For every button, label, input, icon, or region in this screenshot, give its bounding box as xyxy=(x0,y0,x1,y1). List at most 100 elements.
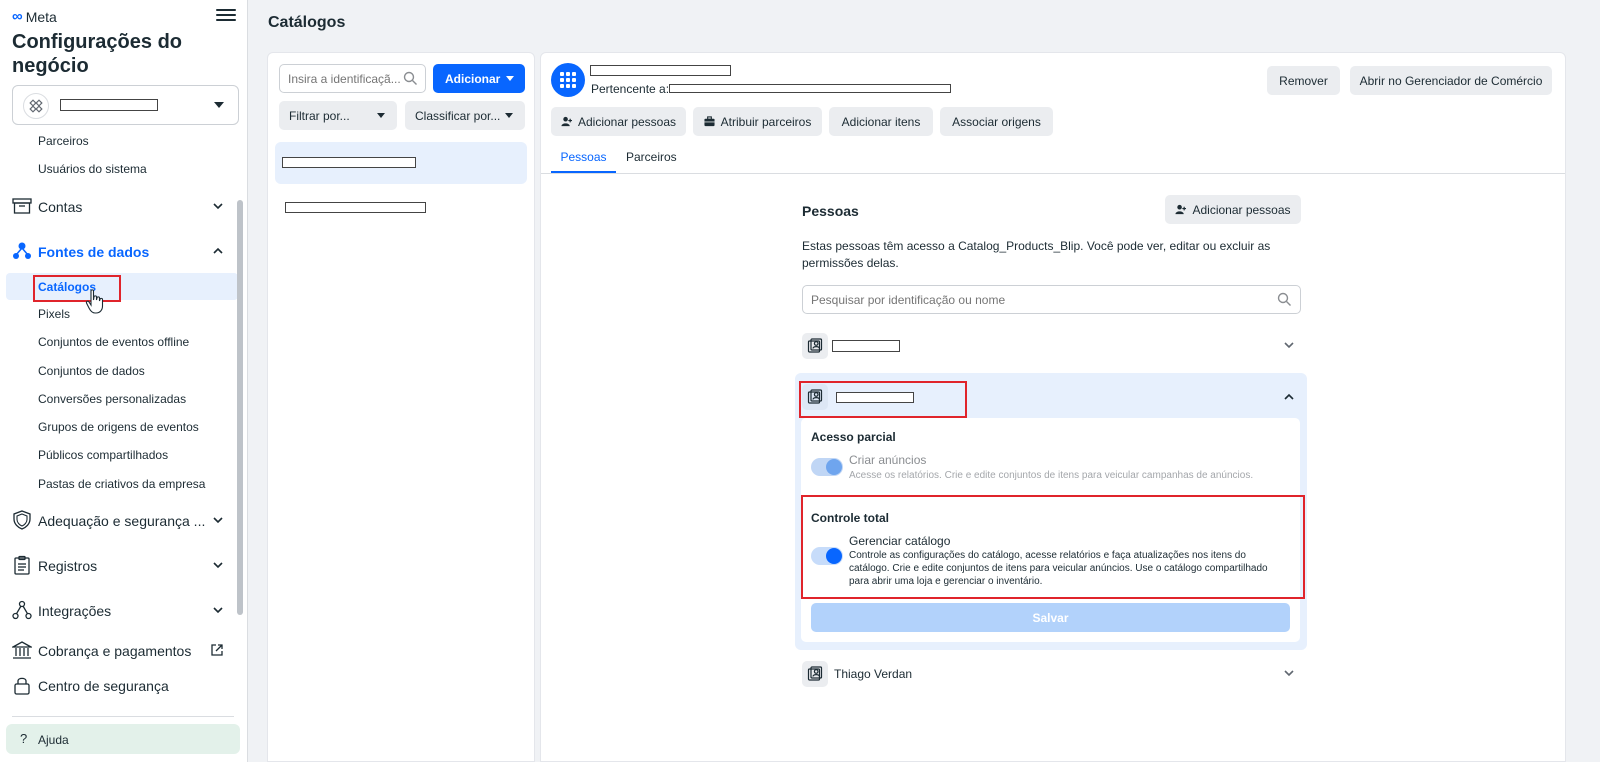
help-icon: ? xyxy=(20,731,28,746)
catalog-list-item[interactable] xyxy=(275,142,527,184)
external-link-icon xyxy=(211,644,223,656)
redacted-business-name xyxy=(60,99,158,111)
person-row[interactable]: Thiago Verdan xyxy=(802,659,1301,689)
sidebar: ∞ Meta Configurações do negócio Parceiro… xyxy=(0,0,248,762)
sidebar-section-registros[interactable]: Registros xyxy=(12,555,234,577)
sidebar-section-label: Cobrança e pagamentos xyxy=(38,643,192,659)
associate-sources-button[interactable]: Associar origens xyxy=(940,107,1053,136)
meta-logo[interactable]: ∞ Meta xyxy=(12,8,57,25)
open-commerce-manager-button[interactable]: Abrir no Gerenciador de Comércio xyxy=(1350,66,1552,95)
tab-pessoas[interactable]: Pessoas xyxy=(551,148,616,174)
sidebar-section-centro-seguranca[interactable]: Centro de segurança xyxy=(12,675,234,697)
person-row-expanded[interactable] xyxy=(799,381,1301,418)
sidebar-item-conjuntos-dados[interactable]: Conjuntos de dados xyxy=(38,364,145,378)
hand-cursor-icon xyxy=(85,289,104,314)
meta-infinity-icon: ∞ xyxy=(12,8,23,25)
add-person-icon xyxy=(561,116,572,127)
chevron-down-icon xyxy=(505,113,513,118)
help-button[interactable]: ? Ajuda xyxy=(6,724,240,754)
sidebar-scrollbar[interactable] xyxy=(237,200,243,615)
person-badge-icon xyxy=(802,333,828,359)
remove-button[interactable]: Remover xyxy=(1267,66,1340,95)
expanded-person-panel: Acesso parcial Criar anúncios Acesse os … xyxy=(795,373,1307,650)
people-section-title: Pessoas xyxy=(802,203,859,219)
save-button[interactable]: Salvar xyxy=(811,603,1290,632)
logo-row: ∞ Meta xyxy=(12,6,236,26)
sidebar-section-adequacao[interactable]: Adequação e segurança ... xyxy=(12,510,234,532)
add-people-button[interactable]: Adicionar pessoas xyxy=(1165,195,1301,224)
catalog-grid-icon xyxy=(551,63,585,97)
redacted-person-name xyxy=(832,340,900,352)
hamburger-menu-icon[interactable] xyxy=(216,6,236,24)
people-search-input[interactable] xyxy=(811,292,1261,308)
filter-dropdown[interactable]: Filtrar por... xyxy=(279,101,397,130)
create-ads-description: Acesse os relatórios. Crie e edite conju… xyxy=(849,470,1254,481)
catalog-search-field[interactable] xyxy=(279,64,426,93)
assign-partners-button[interactable]: Atribuir parceiros xyxy=(693,107,822,136)
tab-parceiros[interactable]: Parceiros xyxy=(626,148,677,174)
redacted-catalog-title xyxy=(590,65,731,76)
sidebar-section-fontes-dados[interactable]: Fontes de dados xyxy=(12,241,234,263)
add-catalog-button[interactable]: Adicionar xyxy=(433,64,525,93)
add-person-icon xyxy=(1175,204,1187,215)
sidebar-divider xyxy=(12,716,234,717)
catalog-list-panel: Adicionar Filtrar por... Classificar por… xyxy=(267,52,535,762)
create-ads-title: Criar anúncios xyxy=(849,453,927,467)
sidebar-item-publicos[interactable]: Públicos compartilhados xyxy=(38,448,168,462)
sidebar-item-parceiros[interactable]: Parceiros xyxy=(38,134,89,148)
lock-icon xyxy=(14,677,30,695)
sidebar-item-usuarios-sistema[interactable]: Usuários do sistema xyxy=(38,162,147,176)
redacted-catalog-name xyxy=(282,157,416,168)
business-selector[interactable] xyxy=(12,85,239,125)
person-row[interactable] xyxy=(802,331,1301,361)
redacted-catalog-name xyxy=(285,202,426,213)
add-people-action-button[interactable]: Adicionar pessoas xyxy=(551,107,686,136)
sidebar-section-integracoes[interactable]: Integrações xyxy=(12,600,234,622)
sidebar-item-pixels[interactable]: Pixels xyxy=(38,307,70,321)
briefcase-icon xyxy=(704,116,715,127)
people-description: Estas pessoas têm acesso a Catalog_Produ… xyxy=(802,239,1271,270)
annotation-highlight-box xyxy=(33,275,121,302)
sidebar-item-pastas-criativos[interactable]: Pastas de criativos da empresa xyxy=(38,477,205,491)
partial-access-heading: Acesso parcial xyxy=(811,430,896,444)
add-items-button[interactable]: Adicionar itens xyxy=(829,107,933,136)
help-label: Ajuda xyxy=(38,733,69,747)
people-search-field[interactable] xyxy=(802,285,1301,314)
create-ads-toggle[interactable] xyxy=(811,458,843,476)
person-name: Thiago Verdan xyxy=(834,667,913,681)
person-badge-icon xyxy=(802,661,828,687)
sidebar-item-eventos-offline[interactable]: Conjuntos de eventos offline xyxy=(38,335,189,349)
shield-icon xyxy=(13,510,31,530)
sidebar-item-grupos-origens[interactable]: Grupos de origens de eventos xyxy=(38,420,199,434)
assign-partners-label: Atribuir parceiros xyxy=(720,114,812,129)
sidebar-section-contas[interactable]: Contas xyxy=(12,196,234,218)
sort-label: Classificar por... xyxy=(415,109,501,123)
tabs-divider xyxy=(541,173,1565,174)
bank-icon xyxy=(12,641,32,659)
catalog-detail-panel: Pertencente a: Remover Abrir no Gerencia… xyxy=(540,52,1566,762)
add-catalog-label: Adicionar xyxy=(445,71,501,86)
annotation-highlight-box xyxy=(799,381,967,418)
sidebar-section-label: Centro de segurança xyxy=(38,678,169,694)
chevron-up-icon xyxy=(213,247,223,254)
catalog-search-input[interactable] xyxy=(288,70,400,88)
chevron-down-icon xyxy=(377,113,385,118)
archive-icon xyxy=(12,198,32,214)
search-icon xyxy=(403,71,417,85)
chevron-down-icon xyxy=(213,562,223,569)
sidebar-item-conversoes[interactable]: Conversões personalizadas xyxy=(38,392,186,406)
annotation-highlight-box xyxy=(801,495,1305,599)
business-avatar-icon xyxy=(23,93,49,119)
search-icon xyxy=(1277,292,1291,306)
sidebar-section-label: Adequação e segurança ... xyxy=(38,513,206,529)
chevron-up-icon xyxy=(1284,393,1294,400)
clipboard-icon xyxy=(14,555,30,575)
sort-dropdown[interactable]: Classificar por... xyxy=(405,101,525,130)
chevron-down-icon xyxy=(213,607,223,614)
chevron-down-icon xyxy=(214,102,224,108)
sidebar-section-cobranca[interactable]: Cobrança e pagamentos xyxy=(12,640,234,662)
chevron-down-icon xyxy=(1284,670,1294,677)
sidebar-section-label: Fontes de dados xyxy=(38,244,150,260)
catalog-list-item[interactable] xyxy=(275,187,527,229)
sidebar-section-label: Registros xyxy=(38,558,98,574)
